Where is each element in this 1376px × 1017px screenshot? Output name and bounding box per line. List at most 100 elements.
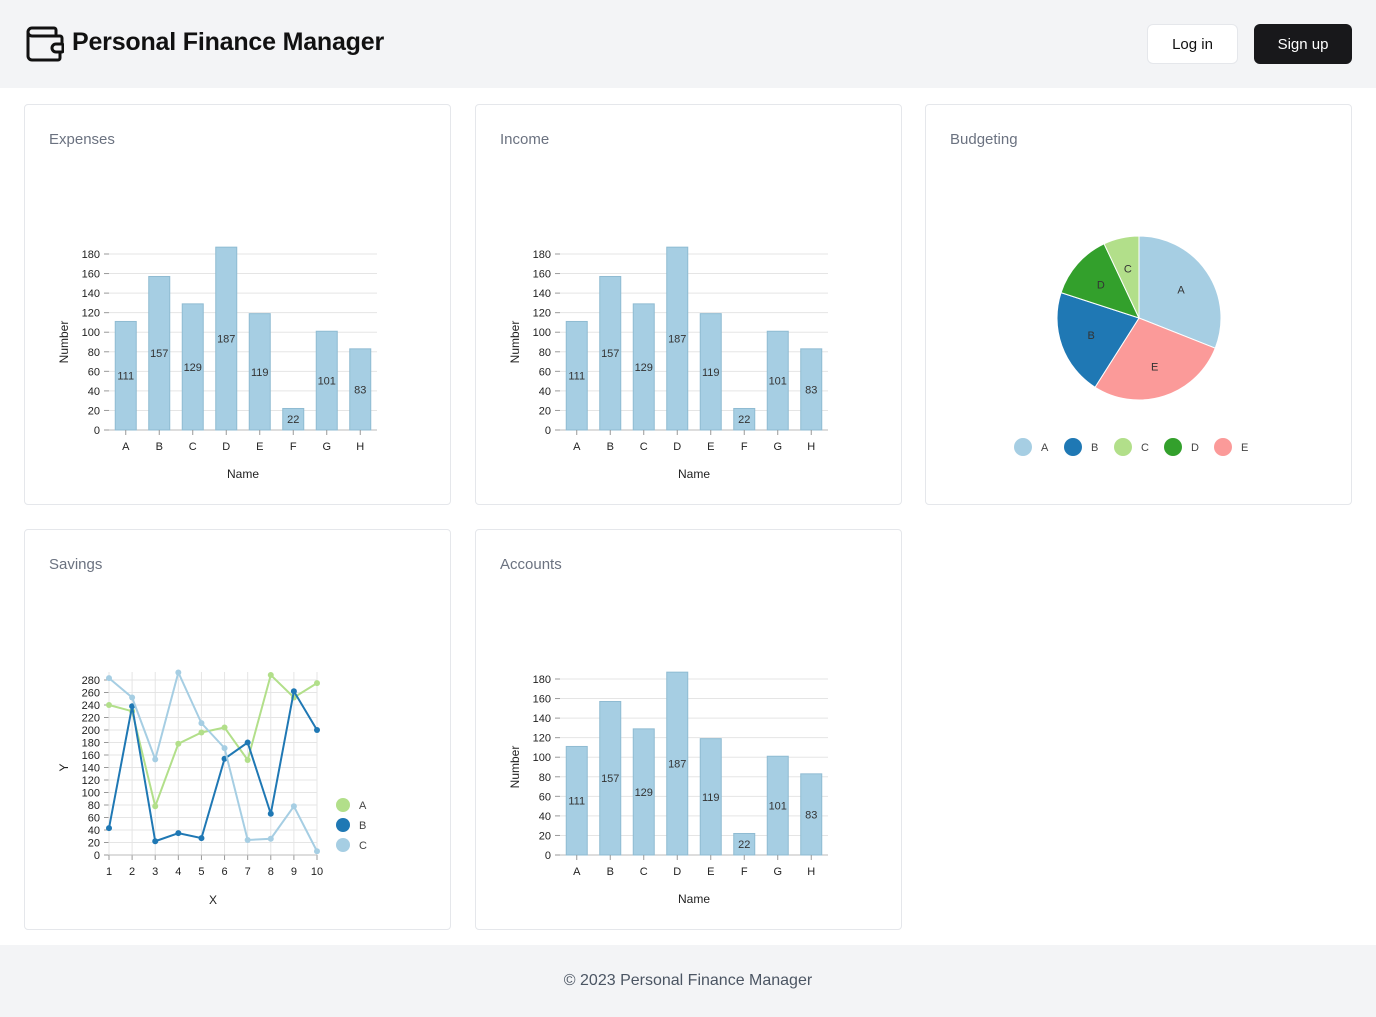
income-xtick-label: C — [640, 441, 648, 453]
income-ytick-label: 160 — [533, 269, 551, 281]
pie-slice-label: C — [1124, 263, 1132, 275]
footer-text: © 2023 Personal Finance Manager — [563, 972, 813, 989]
expenses-xtick-label: D — [222, 441, 230, 453]
expenses-bar-value-label: 129 — [184, 362, 202, 374]
expenses-bar-value-label: 157 — [150, 348, 168, 360]
savings-xtick-label: 10 — [311, 866, 323, 878]
savings-point-A — [221, 724, 228, 731]
expenses-xtick-label: G — [322, 441, 331, 453]
login-button[interactable]: Log in — [1147, 24, 1238, 64]
income-xtick-label: D — [673, 441, 681, 453]
expenses-bar-value-label: 83 — [354, 384, 366, 396]
savings-ytick-label: 240 — [82, 700, 100, 712]
savings-xtick-label: 6 — [221, 866, 227, 878]
income-ytick-label: 40 — [539, 386, 551, 398]
savings-ytick-label: 280 — [82, 675, 100, 687]
income-bar-value-label: 187 — [668, 334, 686, 346]
pie-slice-label: B — [1087, 330, 1094, 342]
income-bar-value-label: 129 — [635, 362, 653, 374]
accounts-xtick-label: H — [807, 866, 815, 878]
legend-swatch-E — [1214, 438, 1232, 456]
savings-point-A — [175, 740, 182, 747]
income-xtick-label: B — [607, 441, 614, 453]
accounts-bar-value-label: 83 — [805, 809, 817, 821]
savings-ytick-label: 140 — [82, 763, 100, 775]
legend-swatch-C — [1114, 438, 1132, 456]
savings-legend-swatch-A — [336, 798, 350, 812]
savings-xtick-label: 4 — [175, 866, 181, 878]
savings-ytick-label: 220 — [82, 713, 100, 725]
accounts-ytick-label: 20 — [539, 830, 551, 842]
savings-point-B — [175, 830, 182, 837]
expenses-ytick-label: 60 — [88, 366, 100, 378]
accounts-ytick-label: 80 — [539, 772, 551, 784]
income-ytick-label: 60 — [539, 366, 551, 378]
accounts-bar-value-label: 101 — [769, 801, 787, 813]
income-xtick-label: G — [773, 441, 782, 453]
income-ytick-label: 0 — [545, 425, 551, 437]
wallet-icon — [26, 26, 64, 62]
savings-point-C — [221, 745, 228, 752]
savings-point-B — [152, 838, 159, 845]
savings-xtick-label: 2 — [129, 866, 135, 878]
accounts-xtick-label: C — [640, 866, 648, 878]
savings-ytick-label: 60 — [88, 813, 100, 825]
income-bar-value-label: 119 — [702, 367, 720, 379]
accounts-ytick-label: 120 — [533, 733, 551, 745]
savings-point-A — [198, 729, 205, 736]
accounts-xtick-label: D — [673, 866, 681, 878]
signup-button[interactable]: Sign up — [1254, 24, 1352, 64]
accounts-bar-value-label: 111 — [568, 796, 585, 808]
savings-line-C — [108, 669, 318, 852]
savings-ytick-label: 20 — [88, 838, 100, 850]
income-ytick-label: 180 — [533, 249, 551, 261]
accounts-ytick-label: 140 — [533, 713, 551, 725]
accounts-ytick-label: 0 — [545, 850, 551, 862]
savings-point-C — [267, 835, 274, 842]
savings-ytick-label: 160 — [82, 750, 100, 762]
savings-point-C — [244, 837, 251, 843]
footer: © 2023 Personal Finance Manager — [0, 945, 1376, 1017]
savings-ytick-label: 100 — [82, 788, 100, 800]
savings-point-C — [314, 848, 320, 855]
income-ytick-label: 80 — [539, 347, 551, 359]
expenses-bar-value-label: 187 — [217, 334, 235, 346]
expenses-ytick-label: 80 — [88, 347, 100, 359]
accounts-ytick-label: 100 — [533, 752, 551, 764]
expenses-bar-value-label: 111 — [117, 371, 134, 383]
savings-xtick-label: 1 — [106, 866, 112, 878]
savings-line-A — [108, 673, 318, 810]
savings-point-C — [175, 669, 182, 676]
accounts-card: Accounts 0 20 40 60 80 100 120 140 160 180 111 A 157… — [475, 529, 902, 930]
accounts-bar-chart: 0 20 40 60 80 100 120 140 160 180 111 A 157 B 129 C 187 D… — [508, 671, 828, 906]
income-bar-value-label: 22 — [738, 414, 750, 426]
expenses-xtick-label: A — [122, 441, 130, 453]
savings-ytick-label: 0 — [94, 850, 100, 862]
savings-legend-swatch-C — [336, 838, 350, 852]
income-ytick-label: 140 — [533, 288, 551, 300]
accounts-bar-value-label: 22 — [738, 839, 750, 851]
savings-x-axis-label: X — [209, 893, 217, 907]
income-card: Income 0 20 40 60 80 100 120 140 160 180 111 A 157 B 1… — [475, 104, 902, 505]
savings-legend-swatch-B — [336, 818, 350, 832]
accounts-bar-value-label: 119 — [702, 792, 720, 804]
expenses-ytick-label: 100 — [82, 327, 100, 339]
savings-point-A — [106, 702, 112, 708]
expenses-y-axis-label: Number — [57, 321, 71, 364]
app-title: Personal Finance Manager — [72, 28, 384, 56]
expenses-bar-chart: 0 20 40 60 80 100 120 140 160 180 111 A 157 B 129 C 187 D… — [57, 246, 377, 481]
expenses-ytick-label: 140 — [82, 288, 100, 300]
income-xtick-label: H — [807, 441, 815, 453]
savings-legend-label: B — [359, 820, 366, 832]
income-xtick-label: E — [707, 441, 714, 453]
savings-xtick-label: 7 — [245, 866, 251, 878]
accounts-xtick-label: E — [707, 866, 714, 878]
savings-ytick-label: 200 — [82, 725, 100, 737]
savings-ytick-label: 40 — [88, 825, 100, 837]
pie-slice-label: D — [1097, 279, 1105, 291]
expenses-ytick-label: 20 — [88, 405, 100, 417]
savings-legend-label: C — [359, 840, 367, 852]
expenses-ytick-label: 0 — [94, 425, 100, 437]
accounts-xtick-label: F — [741, 866, 748, 878]
legend-swatch-D — [1164, 438, 1182, 456]
